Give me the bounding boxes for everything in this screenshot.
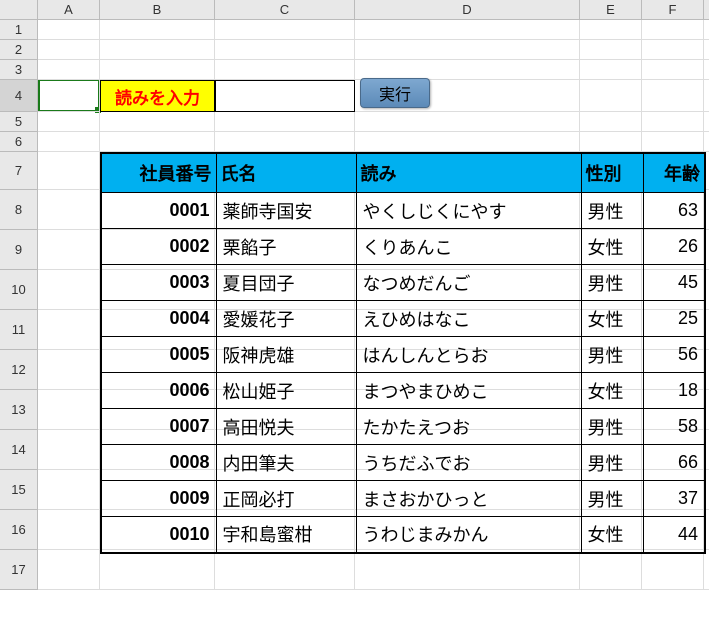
table-row[interactable]: 0007高田悦夫たかたえつお男性58 [101,409,705,445]
row-header-13[interactable]: 13 [0,390,37,430]
table-cell[interactable]: 男性 [581,193,643,229]
table-cell[interactable]: 37 [643,481,705,517]
table-cell[interactable]: えひめはなこ [356,301,581,337]
table-cell[interactable]: はんしんとらお [356,337,581,373]
row-header-12[interactable]: 12 [0,350,37,390]
table-header[interactable]: 読み [356,153,581,193]
table-row[interactable]: 0003夏目団子なつめだんご男性45 [101,265,705,301]
table-cell[interactable]: 栗餡子 [216,229,356,265]
table-cell[interactable]: まつやまひめこ [356,373,581,409]
table-cell[interactable]: くりあんこ [356,229,581,265]
table-cell[interactable]: 女性 [581,373,643,409]
table-cell[interactable]: たかたえつお [356,409,581,445]
table-cell[interactable]: 女性 [581,301,643,337]
row-header-10[interactable]: 10 [0,270,37,310]
table-cell[interactable]: 0010 [101,517,216,553]
table-row[interactable]: 0008内田筆夫うちだふでお男性66 [101,445,705,481]
table-cell[interactable]: まさおかひっと [356,481,581,517]
column-headers: A B C D E F [0,0,709,20]
table-cell[interactable]: 阪神虎雄 [216,337,356,373]
table-cell[interactable]: 26 [643,229,705,265]
row-header-2[interactable]: 2 [0,40,37,60]
row-header-15[interactable]: 15 [0,470,37,510]
table-cell[interactable]: 男性 [581,445,643,481]
table-header[interactable]: 性別 [581,153,643,193]
execute-button[interactable]: 実行 [360,78,430,108]
table-cell[interactable]: 18 [643,373,705,409]
col-header-F[interactable]: F [642,0,704,19]
table-cell[interactable]: 0008 [101,445,216,481]
row-header-5[interactable]: 5 [0,112,37,132]
table-cell[interactable]: 63 [643,193,705,229]
active-cell-indicator [38,79,100,112]
table-header[interactable]: 氏名 [216,153,356,193]
table-row[interactable]: 0009正岡必打まさおかひっと男性37 [101,481,705,517]
table-cell[interactable]: 66 [643,445,705,481]
table-cell[interactable]: 正岡必打 [216,481,356,517]
table-cell[interactable]: うわじまみかん [356,517,581,553]
table-cell[interactable]: 25 [643,301,705,337]
table-cell[interactable]: 男性 [581,481,643,517]
table-cell[interactable]: 薬師寺国安 [216,193,356,229]
table-cell[interactable]: 0003 [101,265,216,301]
table-cell[interactable]: 0007 [101,409,216,445]
table-cell[interactable]: 0004 [101,301,216,337]
table-cell[interactable]: 女性 [581,229,643,265]
col-header-A[interactable]: A [38,0,100,19]
table-cell[interactable]: 男性 [581,409,643,445]
row-header-16[interactable]: 16 [0,510,37,550]
table-cell[interactable]: 56 [643,337,705,373]
employee-table: 社員番号氏名読み性別年齢0001薬師寺国安やくしじくにやす男性630002栗餡子… [100,152,706,554]
table-cell[interactable]: 男性 [581,337,643,373]
table-header[interactable]: 社員番号 [101,153,216,193]
table-cell[interactable]: 45 [643,265,705,301]
table-cell[interactable]: 宇和島蜜柑 [216,517,356,553]
table-cell[interactable]: 0009 [101,481,216,517]
table-cell[interactable]: 内田筆夫 [216,445,356,481]
row-header-1[interactable]: 1 [0,20,37,40]
row-header-17[interactable]: 17 [0,550,37,590]
table-row[interactable]: 0001薬師寺国安やくしじくにやす男性63 [101,193,705,229]
row-header-6[interactable]: 6 [0,132,37,152]
yomi-input-label: 読みを入力 [100,80,215,112]
table-row[interactable]: 0005阪神虎雄はんしんとらお男性56 [101,337,705,373]
row-header-14[interactable]: 14 [0,430,37,470]
col-header-D[interactable]: D [355,0,580,19]
table-cell[interactable]: 0001 [101,193,216,229]
row-header-9[interactable]: 9 [0,230,37,270]
table-cell[interactable]: 高田悦夫 [216,409,356,445]
table-cell[interactable]: やくしじくにやす [356,193,581,229]
row-header-3[interactable]: 3 [0,60,37,80]
table-cell[interactable]: 男性 [581,265,643,301]
table-cell[interactable]: 44 [643,517,705,553]
row-header-7[interactable]: 7 [0,152,37,190]
table-cell[interactable]: 0006 [101,373,216,409]
row-headers: 1234567891011121314151617 [0,20,38,590]
table-cell[interactable]: 松山姫子 [216,373,356,409]
select-all-corner[interactable] [0,0,38,19]
table-cell[interactable]: 0005 [101,337,216,373]
table-cell[interactable]: 夏目団子 [216,265,356,301]
table-row[interactable]: 0002栗餡子くりあんこ女性26 [101,229,705,265]
col-header-B[interactable]: B [100,0,215,19]
table-cell[interactable]: 0002 [101,229,216,265]
table-cell[interactable]: うちだふでお [356,445,581,481]
table-row[interactable]: 0004愛媛花子えひめはなこ女性25 [101,301,705,337]
col-header-C[interactable]: C [215,0,355,19]
row-header-4[interactable]: 4 [0,80,37,112]
spreadsheet-grid[interactable]: 読みを入力実行社員番号氏名読み性別年齢0001薬師寺国安やくしじくにやす男性63… [38,20,709,590]
table-row[interactable]: 0006松山姫子まつやまひめこ女性18 [101,373,705,409]
table-cell[interactable]: なつめだんご [356,265,581,301]
table-cell[interactable]: 愛媛花子 [216,301,356,337]
row-header-8[interactable]: 8 [0,190,37,230]
table-cell[interactable]: 58 [643,409,705,445]
table-header[interactable]: 年齢 [643,153,705,193]
row-header-11[interactable]: 11 [0,310,37,350]
table-row[interactable]: 0010宇和島蜜柑うわじまみかん女性44 [101,517,705,553]
col-header-E[interactable]: E [580,0,642,19]
table-cell[interactable]: 女性 [581,517,643,553]
yomi-input-cell[interactable] [215,80,355,112]
